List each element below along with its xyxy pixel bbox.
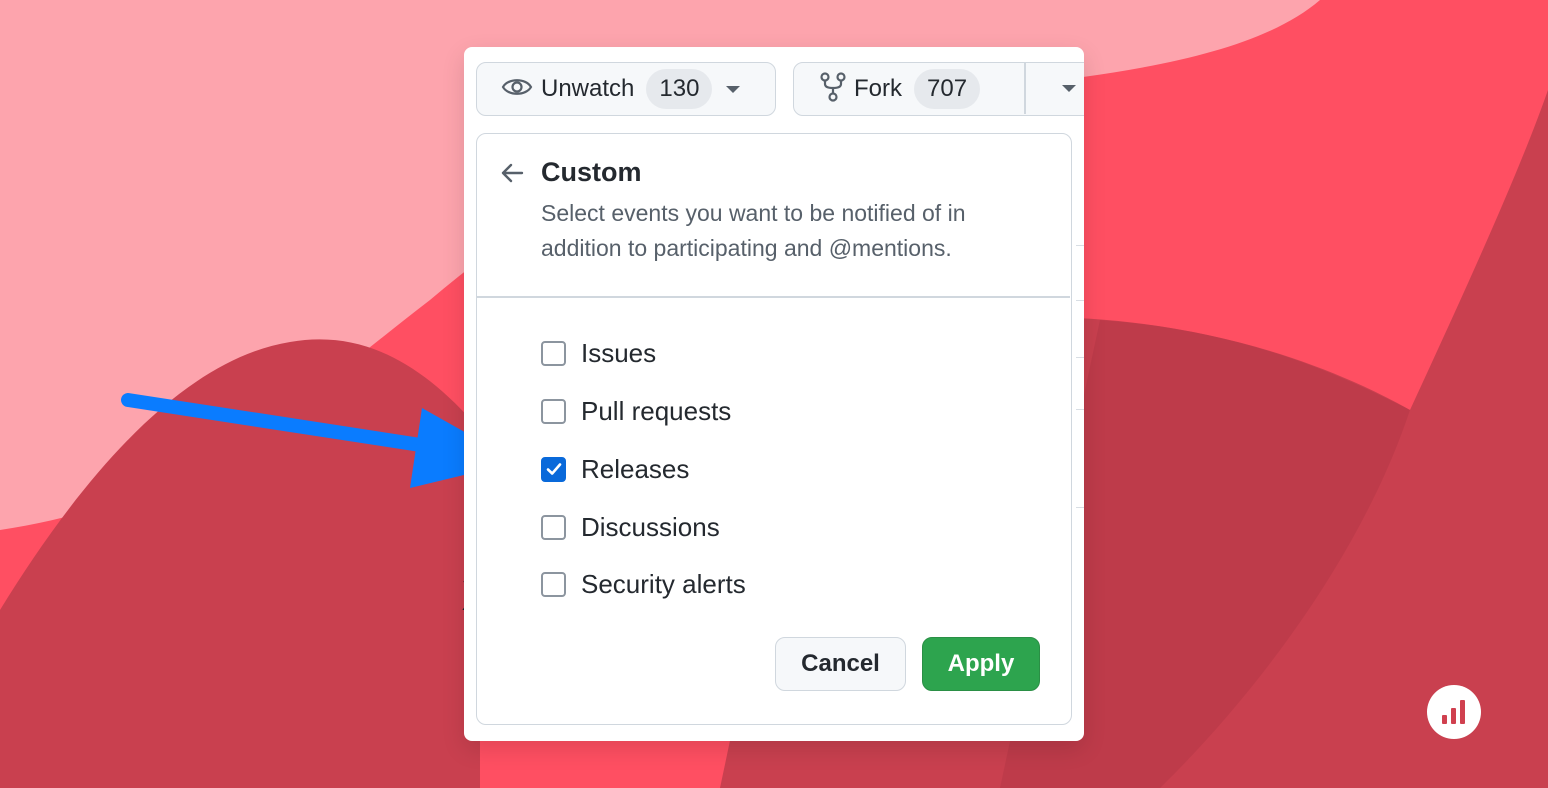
- fork-label: Fork: [854, 75, 902, 102]
- option-label: Issues: [581, 337, 657, 368]
- custom-notifications-panel: Custom Select events you want to be noti…: [476, 133, 1072, 725]
- fork-button[interactable]: Fork 707: [793, 62, 1084, 116]
- checkbox-pull-requests[interactable]: [541, 398, 566, 424]
- divider: [1076, 300, 1084, 301]
- chevron-down-icon[interactable]: [1062, 85, 1076, 92]
- arrow-left-icon[interactable]: [499, 160, 525, 191]
- checkbox-releases[interactable]: [541, 456, 566, 482]
- option-label: Discussions: [581, 511, 720, 542]
- option-label: Security alerts: [581, 568, 746, 599]
- chevron-down-icon[interactable]: [726, 85, 741, 93]
- checkbox-issues[interactable]: [541, 340, 566, 366]
- watchers-count: 130: [646, 69, 713, 109]
- apply-button[interactable]: Apply: [922, 637, 1040, 691]
- divider: [1076, 245, 1084, 246]
- repo-toolbar: Unwatch 130 Fork 707: [464, 47, 1084, 133]
- option-issues[interactable]: Issues: [541, 337, 656, 369]
- checkbox-security-alerts[interactable]: [541, 571, 566, 597]
- panel-title: Custom: [541, 157, 642, 187]
- unwatch-label: Unwatch: [541, 75, 635, 102]
- bar-chart-logo-icon: [1427, 685, 1481, 739]
- option-label: Releases: [581, 453, 690, 484]
- option-label: Pull requests: [581, 395, 732, 426]
- divider: [1076, 507, 1084, 508]
- repo-forked-icon: [820, 71, 846, 107]
- eye-icon: [501, 75, 533, 104]
- divider: [1076, 409, 1084, 410]
- checkbox-discussions[interactable]: [541, 514, 566, 540]
- option-pull-requests[interactable]: Pull requests: [541, 395, 731, 427]
- repo-actions-window: Unwatch 130 Fork 707 Custom Select event…: [464, 47, 1084, 741]
- fork-divider: [1024, 63, 1026, 114]
- option-security-alerts[interactable]: Security alerts: [541, 568, 746, 600]
- cancel-button[interactable]: Cancel: [775, 637, 906, 691]
- option-releases[interactable]: Releases: [541, 453, 689, 485]
- check-icon: [546, 463, 561, 475]
- option-discussions[interactable]: Discussions: [541, 511, 720, 543]
- forks-count: 707: [914, 69, 981, 109]
- unwatch-button[interactable]: Unwatch 130: [476, 62, 776, 116]
- divider: [1076, 357, 1084, 358]
- divider: [477, 296, 1070, 298]
- panel-description: Select events you want to be notified of…: [541, 200, 966, 261]
